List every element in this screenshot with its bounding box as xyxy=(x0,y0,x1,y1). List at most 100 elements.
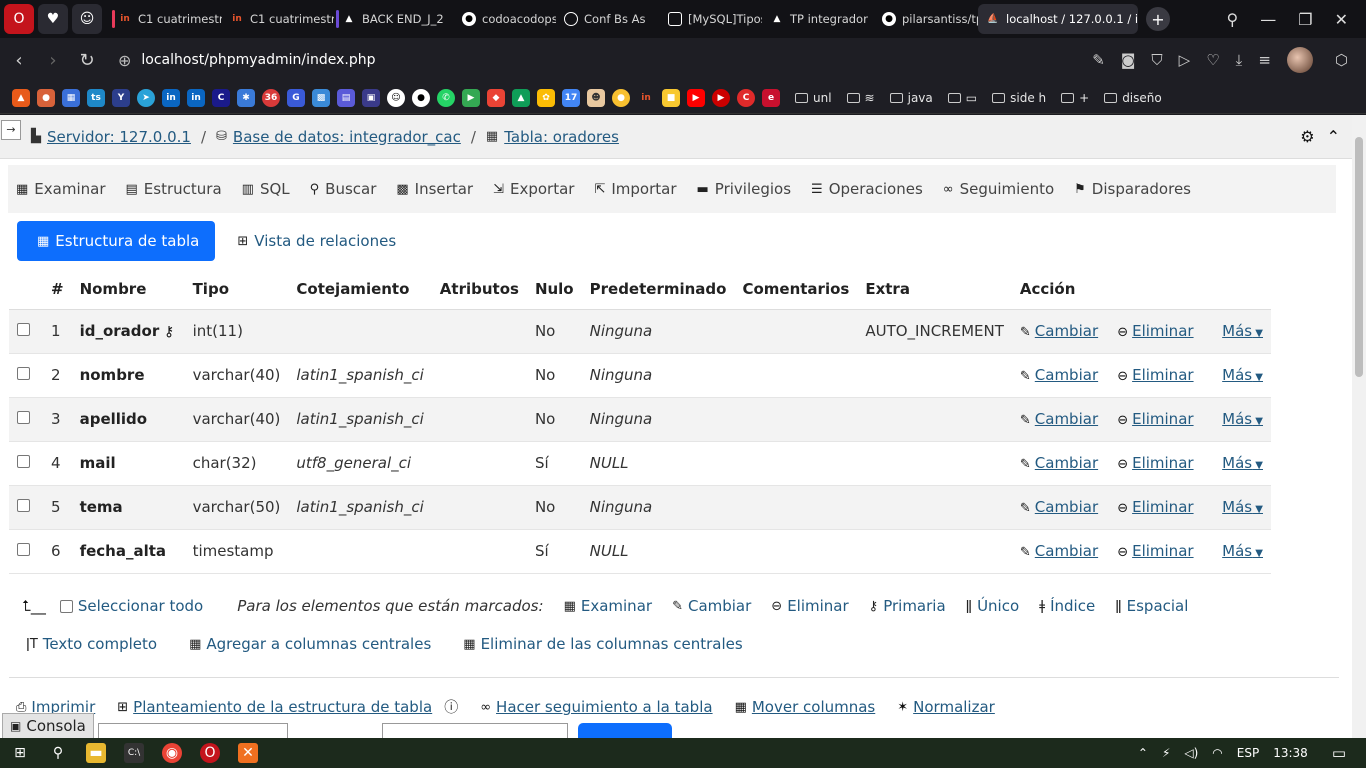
change-button[interactable]: ✎ Cambiar xyxy=(1020,454,1098,472)
language-indicator[interactable]: ESP xyxy=(1237,746,1259,760)
bookmark-telegram-icon[interactable]: ➤ xyxy=(137,88,155,107)
avatar[interactable] xyxy=(1286,47,1313,73)
heart-icon[interactable]: ♡ xyxy=(1206,51,1219,69)
chevron-up-icon[interactable]: ⌃ xyxy=(1138,746,1148,760)
tab-importar[interactable]: ⇱ Importar xyxy=(594,180,676,198)
tab-codoacodops[interactable]: ● codoacodops/ xyxy=(454,4,556,34)
bookmark-linkedin-icon[interactable]: in xyxy=(162,88,180,107)
tab-privilegios[interactable]: ▬ Privilegios xyxy=(697,180,792,198)
bookmark-drive-icon[interactable]: ▲ xyxy=(512,88,530,107)
search-tabs-icon[interactable]: ⚲ xyxy=(1227,10,1239,29)
bulk-browse-button[interactable]: ▦ Examinar xyxy=(564,597,653,615)
bookmark-folder-diseno[interactable]: diseño xyxy=(1104,91,1162,105)
bulk-add-central-button[interactable]: ▦ Agregar a columnas centrales xyxy=(189,635,431,653)
track-table-link[interactable]: ∞ Hacer seguimiento a la tabla xyxy=(480,698,712,716)
bookmark-face-icon[interactable]: ☻ xyxy=(587,88,605,107)
bookmark-ts-icon[interactable]: ts xyxy=(87,88,105,107)
breadcrumb-server[interactable]: Servidor: 127.0.0.1 xyxy=(47,128,191,146)
extensions-icon[interactable]: ⬡ xyxy=(1335,51,1348,69)
more-button[interactable]: Más ▼ xyxy=(1222,454,1263,472)
more-button[interactable]: Más ▼ xyxy=(1222,498,1263,516)
minimize-icon[interactable]: — xyxy=(1260,10,1276,29)
collapse-navigation-button[interactable]: → xyxy=(1,119,21,140)
bookmark-folder-unl[interactable]: unl xyxy=(795,91,832,105)
propose-structure-link[interactable]: ⊞ Planteamiento de la estructura de tabla xyxy=(117,698,432,716)
tab-c1-cuatrimestre-1[interactable]: in C1 cuatrimestre xyxy=(110,4,222,34)
file-explorer-icon[interactable]: ▬ xyxy=(86,743,106,763)
volume-icon[interactable]: ◁) xyxy=(1184,746,1198,760)
tab-mysql-tipos[interactable]: [MySQL]Tipos xyxy=(660,4,762,34)
tab-conf-bs-as[interactable]: Conf Bs As xyxy=(556,4,660,34)
bookmark-calendar-icon[interactable]: ▦ xyxy=(62,88,80,107)
notifications-icon[interactable]: ▭ xyxy=(1332,744,1346,762)
position-select[interactable] xyxy=(382,723,568,738)
tab-c1-cuatrimestre-2[interactable]: in C1 cuatrimestre xyxy=(222,4,334,34)
bookmark-linkedin-icon[interactable]: in xyxy=(187,88,205,107)
bookmark-folder-java[interactable]: java xyxy=(889,91,933,105)
tab-sql[interactable]: ▥ SQL xyxy=(242,180,290,198)
drop-button[interactable]: ⊖ Eliminar xyxy=(1117,542,1193,560)
page-scrollbar[interactable] xyxy=(1352,115,1366,738)
tab-buscar[interactable]: ⚲ Buscar xyxy=(310,180,377,198)
tab-operaciones[interactable]: ☰ Operaciones xyxy=(811,180,923,198)
clock[interactable]: 13:38 xyxy=(1273,746,1308,760)
bulk-index-button[interactable]: ǂ Índice xyxy=(1039,597,1095,615)
bulk-remove-central-button[interactable]: ▦ Eliminar de las columnas centrales xyxy=(463,635,742,653)
back-icon[interactable]: ‹ xyxy=(2,50,36,71)
menu-icon[interactable]: ≡ xyxy=(1258,51,1271,69)
bookmark-calendar-icon[interactable]: 17 xyxy=(562,88,580,107)
close-window-icon[interactable]: ✕ xyxy=(1335,10,1348,29)
bookmark-gear-icon[interactable]: ✱ xyxy=(237,88,255,107)
xampp-icon[interactable]: ✕ xyxy=(238,743,258,763)
bookmark-c-icon[interactable]: C xyxy=(212,88,230,107)
power-icon[interactable]: ⚡ xyxy=(1162,746,1170,760)
bookmark-doc-icon[interactable]: ▤ xyxy=(337,88,355,107)
row-checkbox[interactable] xyxy=(17,411,30,424)
opera-icon[interactable]: O xyxy=(200,743,220,763)
drop-button[interactable]: ⊖ Eliminar xyxy=(1117,366,1193,384)
bookmark-meet-icon[interactable]: ▶ xyxy=(462,88,480,107)
bookmark-folder-side-h[interactable]: side h xyxy=(992,91,1046,105)
new-tab-button[interactable]: + xyxy=(1146,7,1170,31)
bookmark-play-icon[interactable]: ▶ xyxy=(712,88,730,107)
windows-start-icon[interactable]: ⊞ xyxy=(10,743,30,763)
subtab-relation-view[interactable]: ⊞ Vista de relaciones xyxy=(237,232,396,250)
bookmark-github-icon[interactable]: ● xyxy=(412,88,430,107)
bookmark-egg-icon[interactable]: ● xyxy=(612,88,630,107)
tab-tp-integrador[interactable]: ▲ TP integrador xyxy=(762,4,874,34)
select-all-checkbox[interactable]: Seleccionar todo xyxy=(59,597,203,615)
forward-icon[interactable]: › xyxy=(36,50,70,71)
more-button[interactable]: Más ▼ xyxy=(1222,542,1263,560)
tab-pilarsantiss[interactable]: ● pilarsantiss/tp xyxy=(874,4,978,34)
drop-button[interactable]: ⊖ Eliminar xyxy=(1117,322,1193,340)
more-button[interactable]: Más ▼ xyxy=(1222,366,1263,384)
tab-back-end[interactable]: ▲ BACK END_J_2 xyxy=(334,4,454,34)
move-columns-link[interactable]: ▦ Mover columnas xyxy=(735,698,876,716)
bulk-fulltext-button[interactable]: ǀT Texto completo xyxy=(26,635,157,653)
download-icon[interactable]: ⤓ xyxy=(1236,51,1243,69)
subtab-table-structure[interactable]: ▦ Estructura de tabla xyxy=(17,221,216,261)
row-checkbox[interactable] xyxy=(17,323,30,336)
bookmark-translate-icon[interactable]: G xyxy=(287,88,305,107)
gear-icon[interactable]: ⚙ xyxy=(1300,127,1314,146)
tab-disparadores[interactable]: ⚑ Disparadores xyxy=(1074,180,1191,198)
bookmark-photos-icon[interactable]: ✿ xyxy=(537,88,555,107)
maximize-icon[interactable]: ❐ xyxy=(1298,10,1312,29)
bookmark-discord-icon[interactable]: ☺ xyxy=(387,88,405,107)
help-icon[interactable]: ⓘ xyxy=(444,697,458,717)
row-checkbox[interactable] xyxy=(17,367,30,380)
bookmark-maps-icon[interactable]: ◆ xyxy=(487,88,505,107)
bookmark-whatsapp-icon[interactable]: ✆ xyxy=(437,88,455,107)
messenger-icon[interactable]: ☺ xyxy=(72,4,102,34)
change-button[interactable]: ✎ Cambiar xyxy=(1020,366,1098,384)
change-button[interactable]: ✎ Cambiar xyxy=(1020,542,1098,560)
change-button[interactable]: ✎ Cambiar xyxy=(1020,410,1098,428)
bookmark-e-icon[interactable]: e xyxy=(762,88,780,107)
console-toggle-button[interactable]: ▣ Consola xyxy=(2,713,94,738)
tab-estructura[interactable]: ▤ Estructura xyxy=(126,180,222,198)
scrollbar-thumb[interactable] xyxy=(1355,137,1363,377)
more-button[interactable]: Más ▼ xyxy=(1222,410,1263,428)
tab-seguimiento[interactable]: ∞ Seguimiento xyxy=(943,180,1054,198)
flow-icon[interactable]: ▷ xyxy=(1179,51,1191,69)
row-checkbox[interactable] xyxy=(17,543,30,556)
